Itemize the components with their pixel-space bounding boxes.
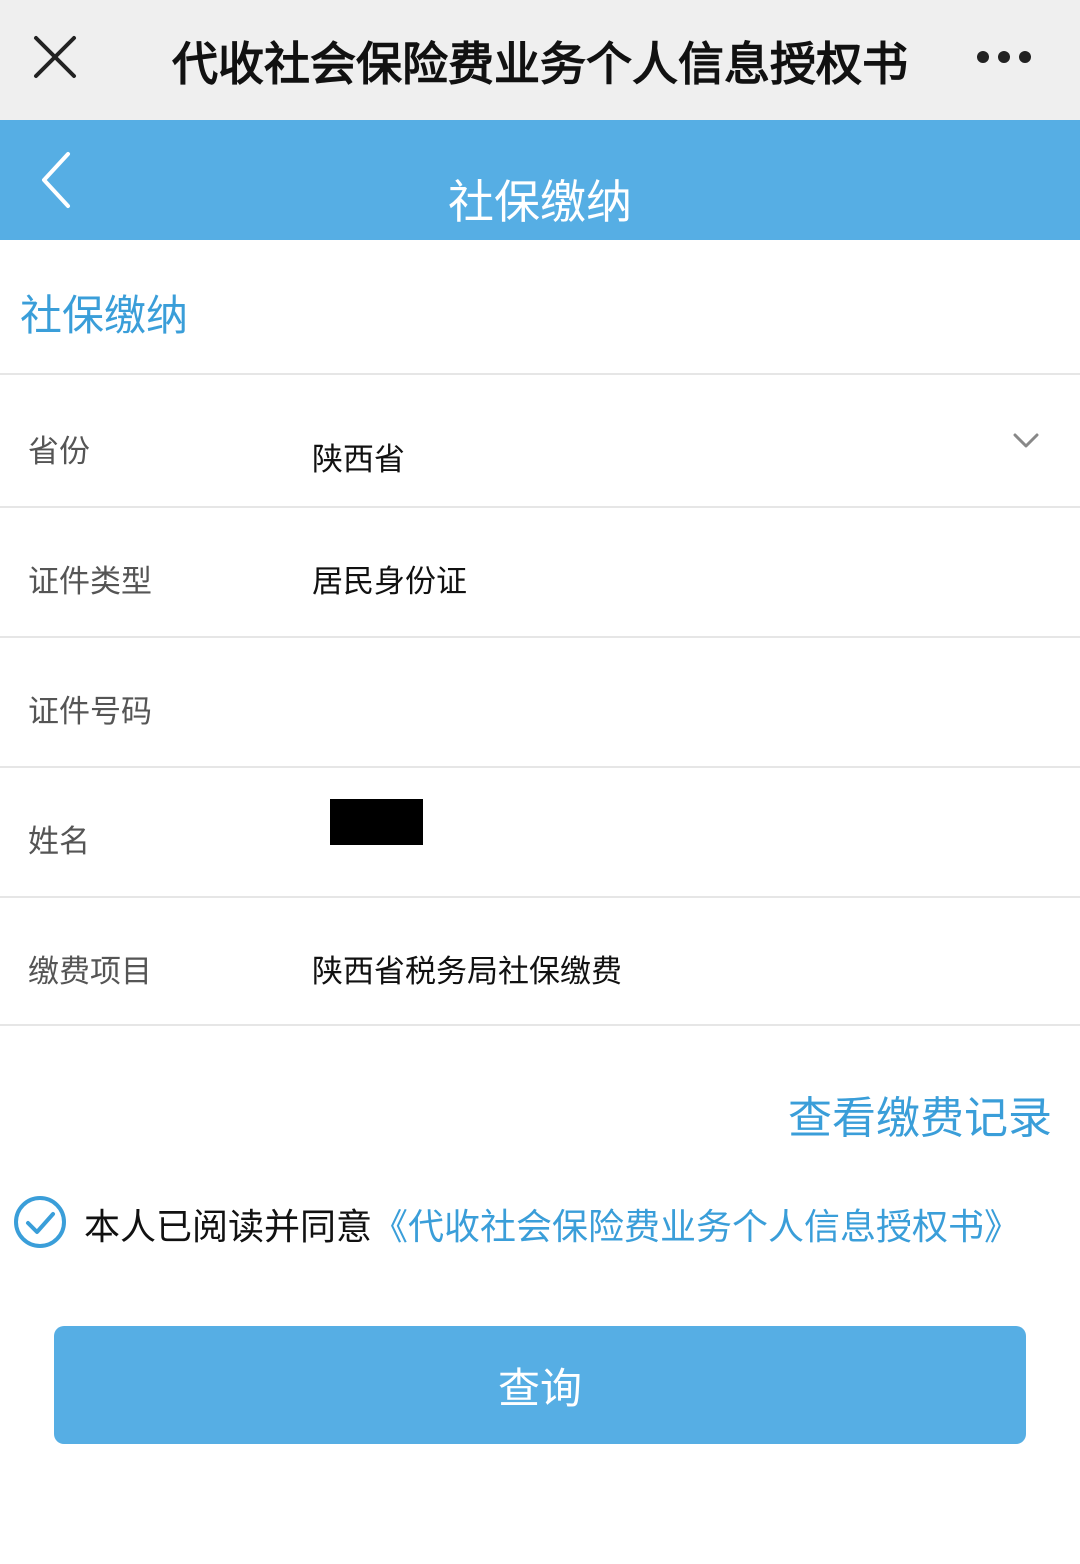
window-title-bar: 代收社会保险费业务个人信息授权书 bbox=[0, 0, 1080, 120]
nav-title: 社保缴纳 bbox=[448, 175, 632, 229]
id-type-label: 证件类型 bbox=[28, 564, 152, 600]
fee-item-label: 缴费项目 bbox=[28, 954, 152, 990]
id-type-value: 居民身份证 bbox=[312, 564, 467, 600]
redacted-name-block bbox=[330, 799, 423, 845]
id-number-label: 证件号码 bbox=[28, 694, 152, 730]
nav-bar: 社保缴纳 bbox=[0, 120, 1080, 240]
name-field[interactable]: 姓名 bbox=[0, 768, 1080, 896]
divider bbox=[0, 373, 1080, 375]
fee-item-value: 陕西省税务局社保缴费 bbox=[312, 954, 622, 990]
more-icon[interactable] bbox=[976, 50, 1032, 64]
name-label: 姓名 bbox=[28, 824, 90, 860]
window-title: 代收社会保险费业务个人信息授权书 bbox=[172, 37, 908, 91]
province-label: 省份 bbox=[28, 434, 90, 470]
id-type-field[interactable]: 证件类型 居民身份证 bbox=[0, 508, 1080, 636]
section-title: 社保缴纳 bbox=[20, 291, 189, 340]
agreement-row: 本人已阅读并同意《代收社会保险费业务个人信息授权书》 bbox=[12, 1192, 1080, 1252]
view-records-link[interactable]: 查看缴费记录 bbox=[788, 1082, 1052, 1146]
close-icon[interactable] bbox=[30, 32, 80, 82]
divider bbox=[0, 1024, 1080, 1026]
agreement-label: 本人已阅读并同意 bbox=[84, 1207, 373, 1248]
province-select[interactable]: 省份 陕西省 bbox=[0, 378, 1080, 506]
agreement-link[interactable]: 《代收社会保险费业务个人信息授权书》 bbox=[372, 1207, 1020, 1248]
check-circle-icon[interactable] bbox=[12, 1194, 68, 1250]
id-number-field[interactable]: 证件号码 bbox=[0, 638, 1080, 766]
query-button[interactable]: 查询 bbox=[54, 1326, 1026, 1444]
agreement-text: 本人已阅读并同意《代收社会保险费业务个人信息授权书》 bbox=[84, 1198, 1020, 1250]
fee-item-field[interactable]: 缴费项目 陕西省税务局社保缴费 bbox=[0, 898, 1080, 1026]
province-value: 陕西省 bbox=[312, 442, 405, 478]
chevron-down-icon[interactable] bbox=[1012, 432, 1040, 450]
